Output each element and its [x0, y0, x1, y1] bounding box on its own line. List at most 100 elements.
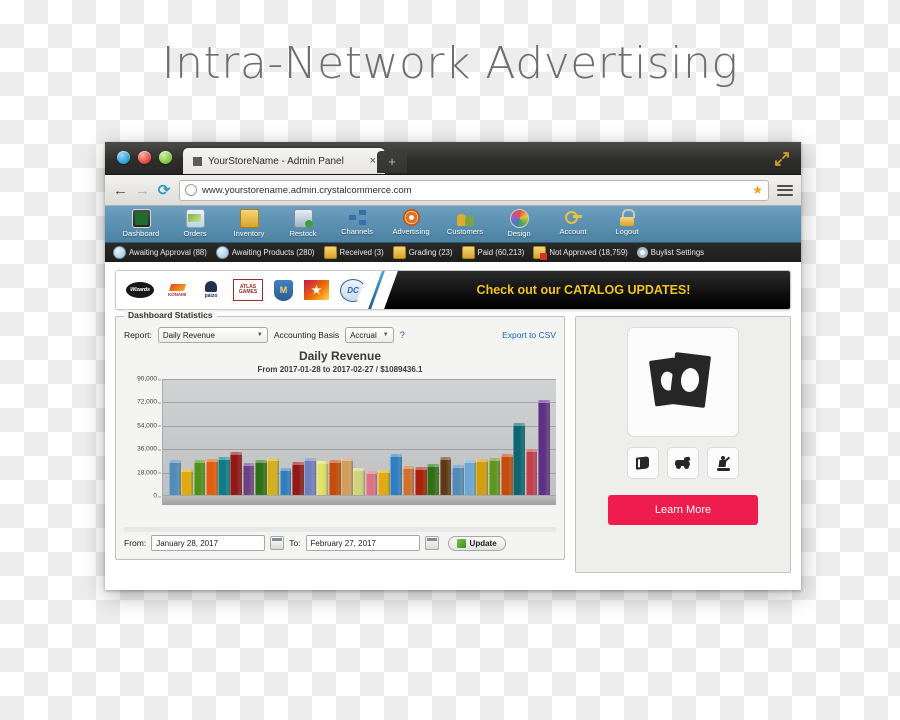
- nav-label: Advertising: [392, 227, 430, 236]
- app-secondary-nav: Awaiting Approval (88) Awaiting Products…: [105, 243, 801, 262]
- app-content: Wizards KONAMI paizo ATLAS GAMES M DC Ch…: [105, 262, 801, 590]
- favicon-icon: [193, 156, 202, 166]
- from-date-input[interactable]: January 28, 2017: [151, 535, 266, 551]
- content-columns: Dashboard Statistics Report: Daily Reven…: [115, 310, 791, 573]
- learn-more-button[interactable]: Learn More: [608, 495, 758, 525]
- chart-bar: [464, 459, 476, 496]
- chart-subtitle: From 2017-01-28 to 2017-02-27 / $1089436…: [257, 365, 423, 374]
- chart-floor-edge: [124, 527, 556, 532]
- chart-bars: [169, 379, 550, 496]
- url-text: www.yourstorename.admin.crystalcommerce.…: [202, 184, 412, 196]
- accounting-basis-label: Accounting Basis: [273, 330, 340, 340]
- nav-item-design[interactable]: Design: [493, 208, 545, 238]
- subnav-item-awaiting-approval[interactable]: Awaiting Approval (88): [113, 246, 207, 259]
- accounting-basis-select[interactable]: Accrual ▼: [345, 327, 394, 343]
- chart-bar: [316, 460, 329, 496]
- subnav-label: Buylist Settings: [650, 248, 705, 257]
- network-icon: [348, 209, 366, 226]
- nav-item-advertising[interactable]: Advertising: [385, 208, 437, 236]
- browser-tab[interactable]: YourStoreName - Admin Panel ×: [183, 148, 385, 174]
- chart-bar: [304, 458, 316, 496]
- chart-bar: [193, 459, 206, 496]
- brand-logo-konami: KONAMI: [165, 281, 189, 299]
- browser-toolbar: ← → ⟳ www.yourstorename.admin.crystalcom…: [105, 175, 801, 206]
- nav-item-logout[interactable]: Logout: [601, 208, 653, 236]
- to-date-input[interactable]: February 27, 2017: [305, 535, 420, 551]
- zoom-button[interactable]: [159, 151, 172, 164]
- hero-tile[interactable]: [627, 327, 739, 437]
- subnav-item-paid[interactable]: Paid (60,213): [461, 246, 524, 259]
- subnav-item-awaiting-products[interactable]: Awaiting Products (280): [215, 246, 315, 259]
- nav-item-dashboard[interactable]: Dashboard: [115, 208, 167, 238]
- chart-floor: [163, 495, 556, 505]
- toy-car-icon-button[interactable]: [667, 447, 699, 479]
- subnav-item-not-approved[interactable]: Not Approved (18,759): [533, 246, 628, 260]
- chart-bar: [279, 468, 292, 496]
- chart-bar: [205, 458, 218, 496]
- nav-label: Channels: [341, 227, 373, 236]
- close-button[interactable]: [138, 151, 151, 164]
- chart-bar: [181, 468, 193, 496]
- brand-logo-paizo: paizo: [200, 280, 222, 300]
- nav-item-restock[interactable]: Restock: [277, 208, 329, 238]
- subnav-label: Grading (23): [408, 248, 453, 257]
- catalog-updates-cta[interactable]: Check out our CATALOG UPDATES!: [376, 271, 790, 309]
- paizo-figure-icon: [205, 281, 217, 292]
- back-icon[interactable]: ←: [113, 182, 128, 199]
- app-primary-nav: Dashboard Orders Inventory Restock Chann…: [105, 206, 801, 243]
- box-icon: [323, 246, 337, 259]
- bookmark-star-icon[interactable]: ★: [752, 183, 763, 197]
- chevron-down-icon: ▼: [382, 332, 389, 338]
- subnav-label: Awaiting Approval (88): [129, 248, 207, 257]
- browser-titlebar: YourStoreName - Admin Panel × +: [105, 142, 801, 175]
- date-range-controls: From: January 28, 2017 To: February 27, …: [124, 535, 556, 551]
- from-label: From:: [124, 538, 147, 548]
- chart-bar: [476, 458, 489, 496]
- revenue-chart: Daily Revenue From 2017-01-28 to 2017-02…: [124, 349, 556, 532]
- forward-icon[interactable]: →: [135, 182, 150, 199]
- chart-bar: [365, 471, 378, 496]
- chart-bar: [402, 466, 415, 496]
- nav-item-inventory[interactable]: Inventory: [223, 208, 275, 238]
- monitor-icon: [131, 209, 151, 228]
- chart-plot-area: [162, 379, 556, 505]
- subnav-item-grading[interactable]: Grading (23): [392, 246, 453, 259]
- nav-item-account[interactable]: Account: [547, 208, 599, 236]
- refresh-icon: [456, 538, 466, 548]
- from-calendar-icon[interactable]: [270, 536, 285, 550]
- window-controls: [117, 151, 172, 164]
- subnav-item-received[interactable]: Received (3): [323, 246, 384, 259]
- subnav-label: Received (3): [339, 248, 384, 257]
- export-to-csv-link[interactable]: Export to CSV: [502, 330, 556, 340]
- nav-item-channels[interactable]: Channels: [331, 208, 383, 236]
- subnav-item-buylist-settings[interactable]: Buylist Settings: [636, 247, 705, 258]
- nav-item-orders[interactable]: Orders: [169, 208, 221, 238]
- catalog-banner[interactable]: Wizards KONAMI paizo ATLAS GAMES M DC Ch…: [115, 270, 791, 310]
- chart-y-tick: 36,000: [137, 445, 161, 453]
- chart-bar: [501, 454, 513, 496]
- nav-label: Logout: [615, 227, 639, 236]
- reload-icon[interactable]: ⟳: [157, 181, 171, 199]
- key-icon: [564, 209, 582, 226]
- book-icon-button[interactable]: [627, 447, 659, 479]
- update-button[interactable]: Update: [447, 535, 506, 551]
- accounting-basis-value: Accrual: [350, 330, 377, 340]
- nav-item-customers[interactable]: Customers: [439, 208, 491, 236]
- to-calendar-icon[interactable]: [424, 536, 439, 550]
- report-controls: Report: Daily Revenue ▼ Accounting Basis…: [124, 327, 556, 343]
- browser-menu-icon[interactable]: [777, 184, 793, 196]
- address-bar[interactable]: www.yourstorename.admin.crystalcommerce.…: [179, 179, 769, 201]
- chart-bar: [267, 458, 280, 496]
- brand-logo-atlas-games: ATLAS GAMES: [233, 279, 263, 301]
- maximize-icon[interactable]: [775, 152, 789, 166]
- new-tab-button[interactable]: +: [377, 151, 407, 173]
- chart-bar: [451, 464, 464, 496]
- nav-label: Design: [507, 229, 531, 238]
- report-select[interactable]: Daily Revenue ▼: [157, 327, 268, 343]
- help-icon[interactable]: ?: [400, 330, 405, 340]
- miniature-figure-icon-button[interactable]: [707, 447, 739, 479]
- minimize-button[interactable]: [117, 151, 130, 164]
- chart-bar: [488, 458, 501, 496]
- chart-bar: [513, 423, 526, 496]
- report-label: Report:: [124, 330, 152, 340]
